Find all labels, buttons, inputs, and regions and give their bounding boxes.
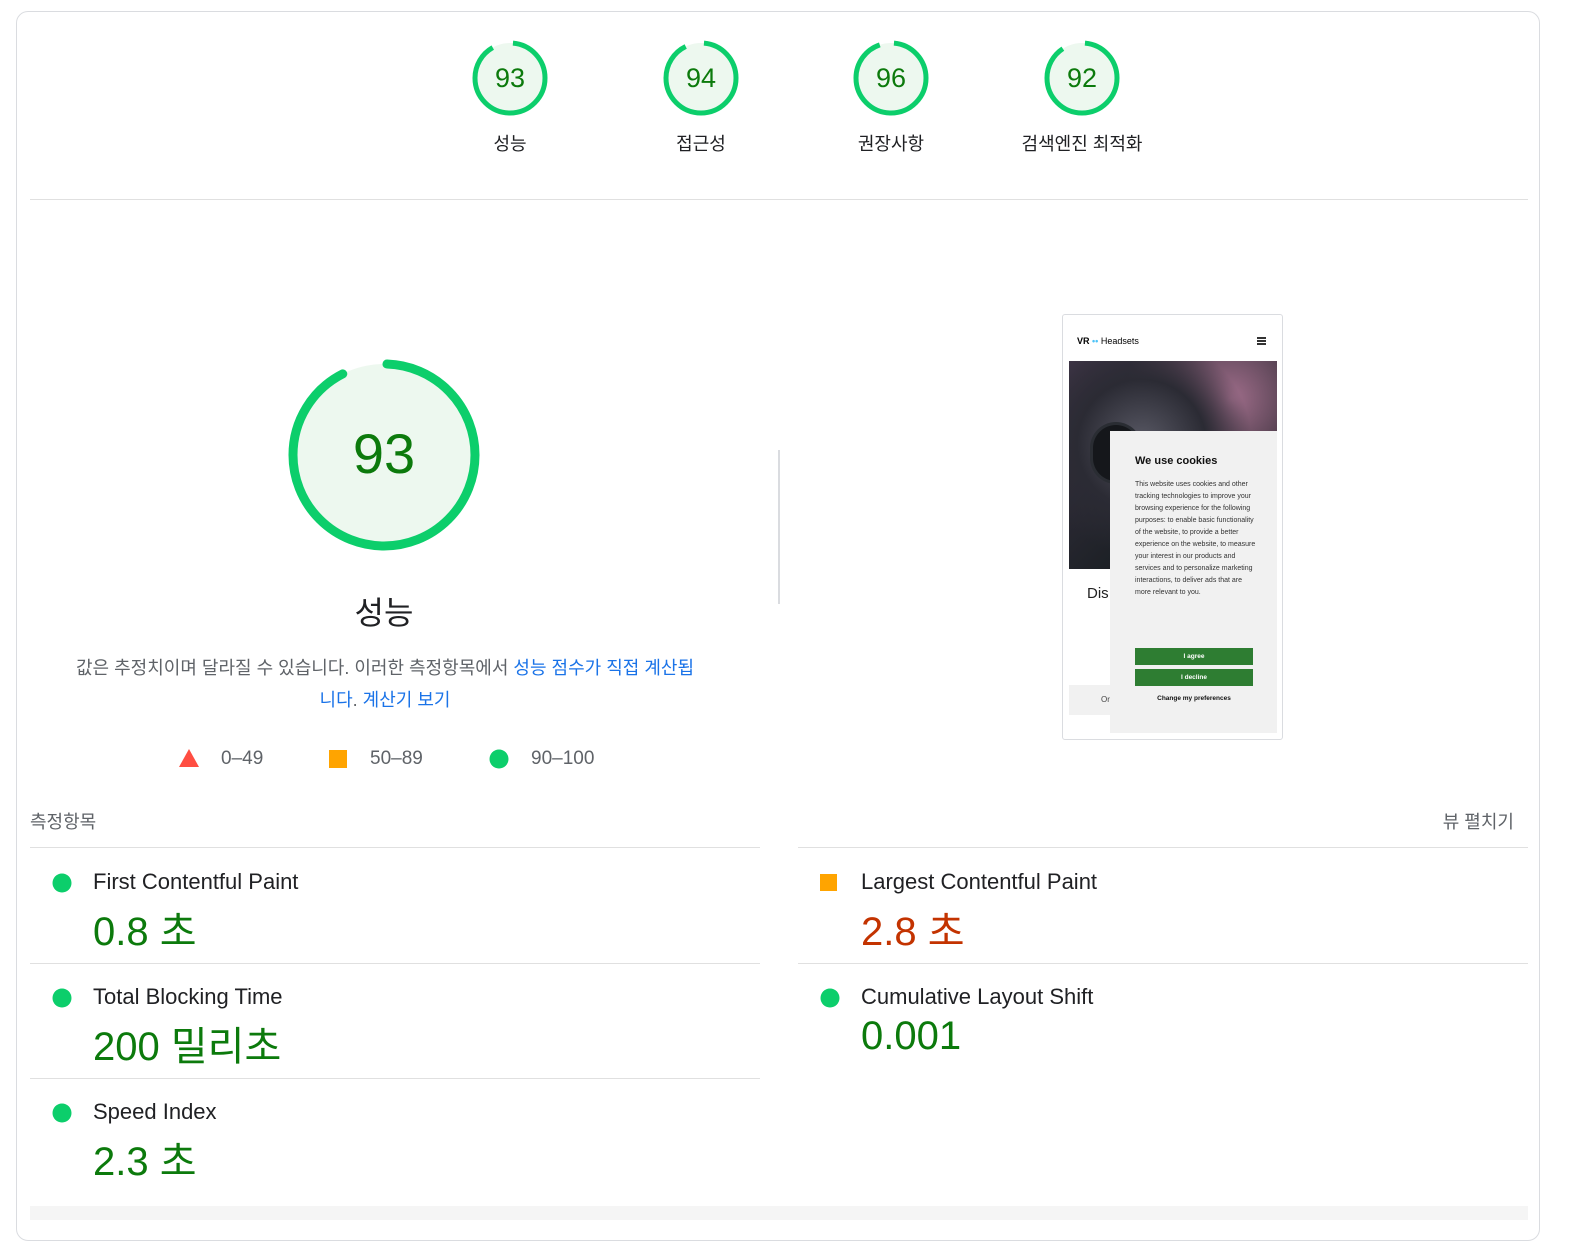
performance-gauge: 93 [284,355,484,555]
pass-circle-icon [820,988,840,1008]
legend-range: 50–89 [370,748,423,769]
gauge-score: 96 [876,63,906,93]
metric-total-blocking-time: Total Blocking Time 200 밀리초 [30,964,730,1074]
average-square-icon [820,874,837,891]
metric-name: First Contentful Paint [93,869,299,894]
metric-value: 0.001 [861,1014,962,1058]
metric-speed-index: Speed Index 2.3 초 [30,1079,730,1189]
metric-value: 2.3 초 [93,1140,197,1184]
gauge-performance[interactable]: 93 성능 [430,38,590,156]
cookie-body: This website uses cookies and other trac… [1135,481,1256,596]
pass-circle-icon [52,1103,72,1123]
divider [30,199,1528,200]
gauge-score: 93 [495,63,525,93]
vertical-divider [778,450,780,604]
metric-cumulative-layout-shift: Cumulative Layout Shift 0.001 [798,964,1498,1074]
screenshot-partial-text: Dis [1087,585,1109,602]
metric-name: Cumulative Layout Shift [861,984,1094,1009]
row-divider [30,847,760,848]
performance-score: 93 [353,422,415,485]
metric-value: 0.8 초 [93,910,197,954]
bottom-panel-edge [30,1206,1528,1220]
cookie-title: We use cookies [1135,455,1218,467]
gauge-ring: 96 [853,40,929,116]
view-calculator-link[interactable]: 계산기 보기 [363,690,451,710]
cookie-decline-button: I decline [1135,669,1253,686]
performance-title: 성능 [354,595,414,631]
performance-description: 값은 추정치이며 달라질 수 있습니다. 이러한 측정항목에서 성능 점수가 직… [60,652,710,716]
gauge-score: 94 [686,63,716,93]
expand-view-toggle[interactable]: 뷰 펼치기 [1443,808,1514,834]
metric-name: Total Blocking Time [93,984,283,1009]
pass-circle-icon [52,873,72,893]
legend-average: 50–89 [328,745,448,773]
hamburger-icon [1257,337,1266,346]
gauge-seo[interactable]: 92 검색엔진 최적화 [1002,38,1162,156]
final-screenshot[interactable]: VR •• Headsets Dis Or We use cookies Thi… [1062,314,1283,740]
square-icon [329,750,347,768]
cookie-dialog: We use cookies This website uses cookies… [1110,431,1277,733]
gauge-label: 접근성 [676,134,726,154]
metrics-title: 측정항목 [30,812,97,832]
circle-icon [489,749,509,769]
screenshot-brand: VR •• Headsets [1077,336,1139,346]
metric-largest-contentful-paint: Largest Contentful Paint 2.8 초 [798,849,1498,959]
category-gauges: 93 성능 94 접근성 96 권장사항 92 검색엔진 최적화 [430,38,1230,178]
legend-range: 90–100 [531,748,595,769]
pass-circle-icon [52,988,72,1008]
gauge-score: 92 [1067,63,1097,93]
gauge-label: 성능 [493,134,527,154]
legend-range: 0–49 [221,748,264,769]
gauge-ring: 94 [663,40,739,116]
metric-value: 200 밀리초 [93,1025,282,1069]
triangle-icon [179,749,199,767]
cookie-agree-button: I agree [1135,648,1253,665]
gauge-label: 권장사항 [857,134,925,154]
description-text: 값은 추정치이며 달라질 수 있습니다. 이러한 측정항목에서 [75,658,514,678]
gauge-best-practices[interactable]: 96 권장사항 [811,38,971,156]
gauge-ring: 92 [1044,40,1120,116]
metric-first-contentful-paint: First Contentful Paint 0.8 초 [30,849,730,959]
legend-fail: 0–49 [178,745,288,773]
row-divider [798,847,1528,848]
gauge-ring: 93 [472,40,548,116]
gauge-label: 검색엔진 최적화 [1021,134,1143,154]
cookie-preferences-button: Change my preferences [1157,695,1231,702]
description-separator: . [352,690,363,710]
legend-pass: 90–100 [489,745,619,773]
metric-name: Speed Index [93,1099,217,1124]
gauge-accessibility[interactable]: 94 접근성 [621,38,781,156]
metric-value: 2.8 초 [861,910,965,954]
metric-name: Largest Contentful Paint [861,869,1098,894]
performance-gauge-ring: 93 [288,359,480,551]
